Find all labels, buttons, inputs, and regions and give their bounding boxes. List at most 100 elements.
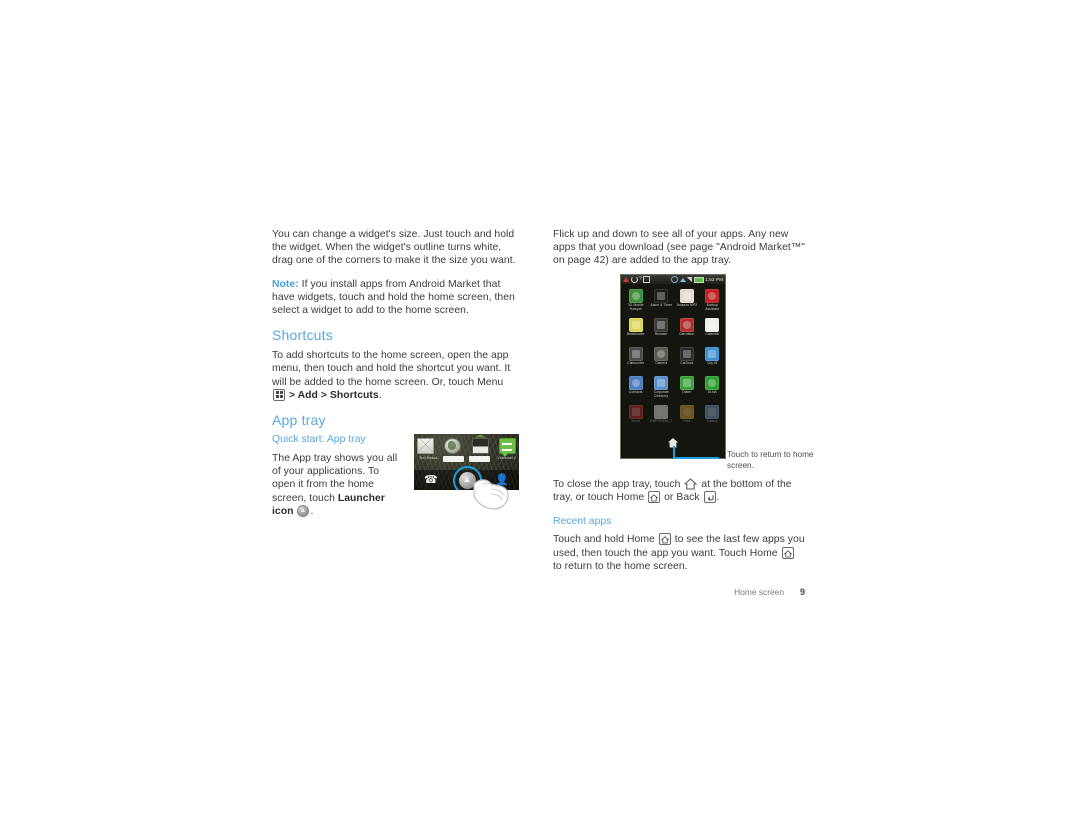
shortcuts-bold-path: > Add > Shortcuts — [288, 389, 379, 401]
alarm-icon — [654, 289, 669, 303]
tray-home-icon — [684, 478, 697, 490]
home-icon — [658, 533, 671, 546]
browser-globe-icon — [444, 438, 462, 454]
right-column: Flick up and down to see all of your app… — [553, 228, 805, 276]
app-icon-contacts[interactable]: Contacts — [623, 375, 649, 403]
recent-text-a: Touch and hold Home — [553, 534, 658, 546]
droid-icon — [628, 405, 643, 419]
app-icon-dlna[interactable]: DLNA — [700, 375, 726, 403]
directory-icon — [654, 376, 669, 390]
note-text: If you install apps from Android Market … — [272, 278, 515, 317]
app-icon-camera[interactable]: Camera — [649, 346, 675, 374]
app-icon-city-id[interactable]: City ID — [700, 346, 726, 374]
app-icon-corporate-directory[interactable]: Corporate Directory — [649, 375, 675, 403]
note-label: Note: — [272, 278, 299, 290]
app-label: Dialer — [682, 390, 692, 394]
app-icon-emergency[interactable]: EMERGENCY — [649, 404, 675, 432]
status-bar: ? 1:53 PM — [621, 275, 725, 284]
backup-icon — [705, 289, 720, 303]
app-label: EMERGENCY — [650, 419, 673, 423]
app-icon-camcorder[interactable]: Camcorder — [623, 346, 649, 374]
cardock-icon — [679, 347, 694, 361]
cross-icon — [654, 405, 669, 419]
app-icon-amazon-mp3[interactable]: Amazon MP3 — [674, 288, 700, 316]
shortcuts-text-c: . — [378, 389, 382, 401]
callout-leader-horizontal — [673, 457, 719, 459]
app-label: Gallery — [706, 419, 718, 423]
phone-icon: ☎ — [424, 474, 438, 486]
dialer-icon — [679, 376, 694, 390]
app-icon-calculator[interactable]: Calculator — [674, 317, 700, 345]
app-label: City ID — [707, 361, 718, 365]
app-label: Backup Assistant — [705, 303, 720, 311]
app-label: Blockbuster — [626, 332, 645, 336]
close-tray-paragraph: To close the app tray, touch at the bott… — [553, 478, 805, 504]
app-tray-heading: App tray — [272, 412, 326, 429]
recent-apps-paragraph: Touch and hold Home to see the last few … — [553, 533, 805, 573]
home-icon — [648, 491, 661, 504]
app-label: Files — [683, 419, 691, 423]
calc-icon — [679, 318, 694, 332]
app-label: Amazon MP3 — [676, 303, 697, 307]
shortcuts-heading: Shortcuts — [272, 327, 333, 344]
sd-card-icon — [643, 276, 651, 283]
battery-icon — [693, 276, 704, 283]
app-icon-gallery[interactable]: Gallery — [700, 404, 726, 432]
app-icon-3g-mobile-hotspot[interactable]: 3G Mobile Hotspot — [623, 288, 649, 316]
app-icon-backup-assistant[interactable]: Backup Assistant — [700, 288, 726, 316]
home-widget-label-4: Voicemail 2 — [497, 456, 516, 460]
launcher-icon — [297, 504, 310, 517]
signal-icon — [687, 277, 693, 282]
app-label: Alarm & Timer — [650, 303, 673, 307]
film-icon — [628, 318, 643, 332]
back-icon — [703, 491, 716, 504]
footer-section-label: Home screen — [734, 587, 784, 597]
status-left-icons: ? — [623, 276, 651, 283]
app-label: DLNA — [707, 390, 717, 394]
home-screen-photo: Text Messa... Voicemail 2 ☎ 👤 — [414, 434, 519, 490]
camera-tray-icon — [471, 435, 489, 454]
touch-highlight-ring — [453, 466, 482, 490]
contacts-icon — [628, 376, 643, 390]
dlna-icon — [705, 376, 720, 390]
home-widget-icon-row — [417, 435, 516, 455]
camera-icon — [654, 347, 669, 361]
home-widget-bar-3 — [469, 456, 490, 462]
app-label: Corporate Directory — [653, 390, 669, 398]
home-icon — [781, 546, 794, 559]
right-column-lower: To close the app tray, touch at the bott… — [553, 478, 805, 583]
sync-icon — [630, 276, 638, 283]
app-icon-blockbuster[interactable]: Blockbuster — [623, 317, 649, 345]
camcorder-icon — [628, 347, 643, 361]
shortcuts-paragraph: To add shortcuts to the home screen, ope… — [272, 349, 520, 402]
app-icon-calendar[interactable]: Calendar — [700, 317, 726, 345]
close-text-d: . — [716, 492, 720, 504]
app-label: Calculator — [679, 332, 695, 336]
app-tray-paragraph: The App tray shows you all of your appli… — [272, 452, 398, 518]
app-icon-browser[interactable]: Browser — [649, 317, 675, 345]
app-icon-alarm-timer[interactable]: Alarm & Timer — [649, 288, 675, 316]
contacts-icon: 👤 — [495, 474, 509, 486]
app-icon-files[interactable]: Files — [674, 404, 700, 432]
note-paragraph: Note: If you install apps from Android M… — [272, 278, 520, 318]
app-label: Contacts — [629, 390, 643, 394]
cal31-icon — [705, 318, 720, 332]
app-grid: 3G Mobile Hotspot Alarm & Timer Amazon MP3… — [621, 286, 727, 432]
mp3-icon — [679, 289, 694, 303]
wifi-icon — [679, 277, 686, 282]
shortcuts-text-a: To add shortcuts to the home screen, ope… — [272, 350, 511, 388]
app-icon-dialer[interactable]: Dialer — [674, 375, 700, 403]
footer-page-number: 9 — [799, 587, 805, 597]
app-icon-droid[interactable]: Droid — [623, 404, 649, 432]
app-label: Calendar — [705, 332, 720, 336]
flick-paragraph: Flick up and down to see all of your app… — [553, 229, 805, 267]
status-right-icons: 1:53 PM — [671, 276, 723, 283]
app-icon-cardock[interactable]: CarDock — [674, 346, 700, 374]
files-icon — [679, 405, 694, 419]
globe-icon — [654, 318, 669, 332]
app-label: Browser — [655, 332, 668, 336]
manual-page: You can change a widget's size. Just tou… — [0, 0, 1080, 834]
callout-text: Touch to return to home screen. — [727, 450, 814, 470]
close-text-c: or Back — [661, 492, 703, 504]
bluetooth-icon — [671, 276, 679, 283]
